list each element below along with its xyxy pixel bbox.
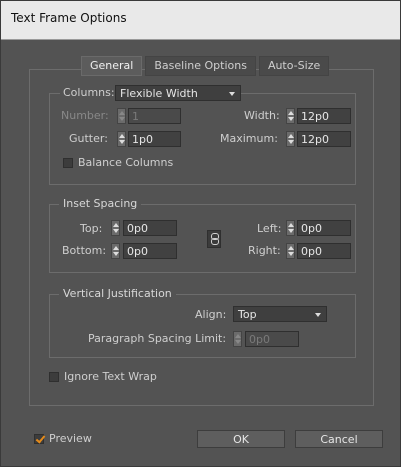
balance-columns-label[interactable]: Balance Columns [78,156,173,169]
title-bar: Text Frame Options [1,1,400,40]
text-frame-options-dialog: Text Frame Options General Baseline Opti… [0,0,401,467]
cancel-button[interactable]: Cancel [295,430,383,448]
align-dropdown[interactable]: Top [233,306,327,322]
maximum-stepper[interactable] [286,131,295,147]
tab-auto-size[interactable]: Auto-Size [258,56,330,76]
columns-label: Columns: [60,86,118,99]
paragraph-spacing-limit-label: Paragraph Spacing Limit: [88,332,227,345]
width-field[interactable]: 12p0 [297,108,351,124]
inset-right-stepper[interactable] [286,243,295,259]
inset-right-field[interactable]: 0p0 [297,243,351,259]
tab-strip: General Baseline Options Auto-Size [81,56,330,76]
inset-right-label: Right: [248,244,281,257]
vertical-justification-legend: Vertical Justification [59,287,176,300]
columns-type-dropdown[interactable]: Flexible Width [115,85,241,101]
number-field: 1 [128,108,181,124]
number-label: Number: [61,109,109,122]
inset-left-field[interactable]: 0p0 [297,220,351,236]
gutter-label: Gutter: [69,132,108,145]
number-stepper [117,108,126,124]
vertical-justification-group [49,294,356,358]
chevron-down-icon [229,92,235,96]
maximum-label: Maximum: [220,132,278,145]
align-value: Top [238,308,257,321]
ignore-text-wrap-checkbox[interactable] [49,372,59,382]
gutter-field[interactable]: 1p0 [128,131,181,147]
maximum-field[interactable]: 12p0 [297,131,351,147]
preview-label[interactable]: Preview [49,432,92,445]
width-stepper[interactable] [286,108,295,124]
window-title: Text Frame Options [11,11,127,25]
width-label: Width: [244,109,280,122]
gutter-stepper[interactable] [117,131,126,147]
chevron-down-icon [315,313,321,317]
balance-columns-checkbox[interactable] [63,158,73,168]
inset-left-stepper[interactable] [286,220,295,236]
inset-bottom-field[interactable]: 0p0 [123,243,177,259]
columns-type-value: Flexible Width [120,87,198,100]
inset-spacing-legend: Inset Spacing [59,197,142,210]
paragraph-spacing-field: 0p0 [245,331,299,347]
inset-bottom-stepper[interactable] [111,243,120,259]
preview-checkbox[interactable] [34,434,44,444]
inset-left-label: Left: [257,222,282,235]
inset-top-field[interactable]: 0p0 [123,220,177,236]
inset-bottom-label: Bottom: [62,244,107,257]
ignore-text-wrap-label[interactable]: Ignore Text Wrap [64,370,157,383]
tab-baseline-options[interactable]: Baseline Options [145,56,256,76]
inset-spacing-group [49,204,356,273]
link-icon[interactable] [207,230,221,248]
paragraph-spacing-stepper [233,331,242,347]
ok-button[interactable]: OK [197,430,285,448]
align-label: Align: [195,308,227,321]
inset-top-label: Top: [80,222,103,235]
tab-general[interactable]: General [81,56,143,76]
inset-top-stepper[interactable] [111,220,120,236]
